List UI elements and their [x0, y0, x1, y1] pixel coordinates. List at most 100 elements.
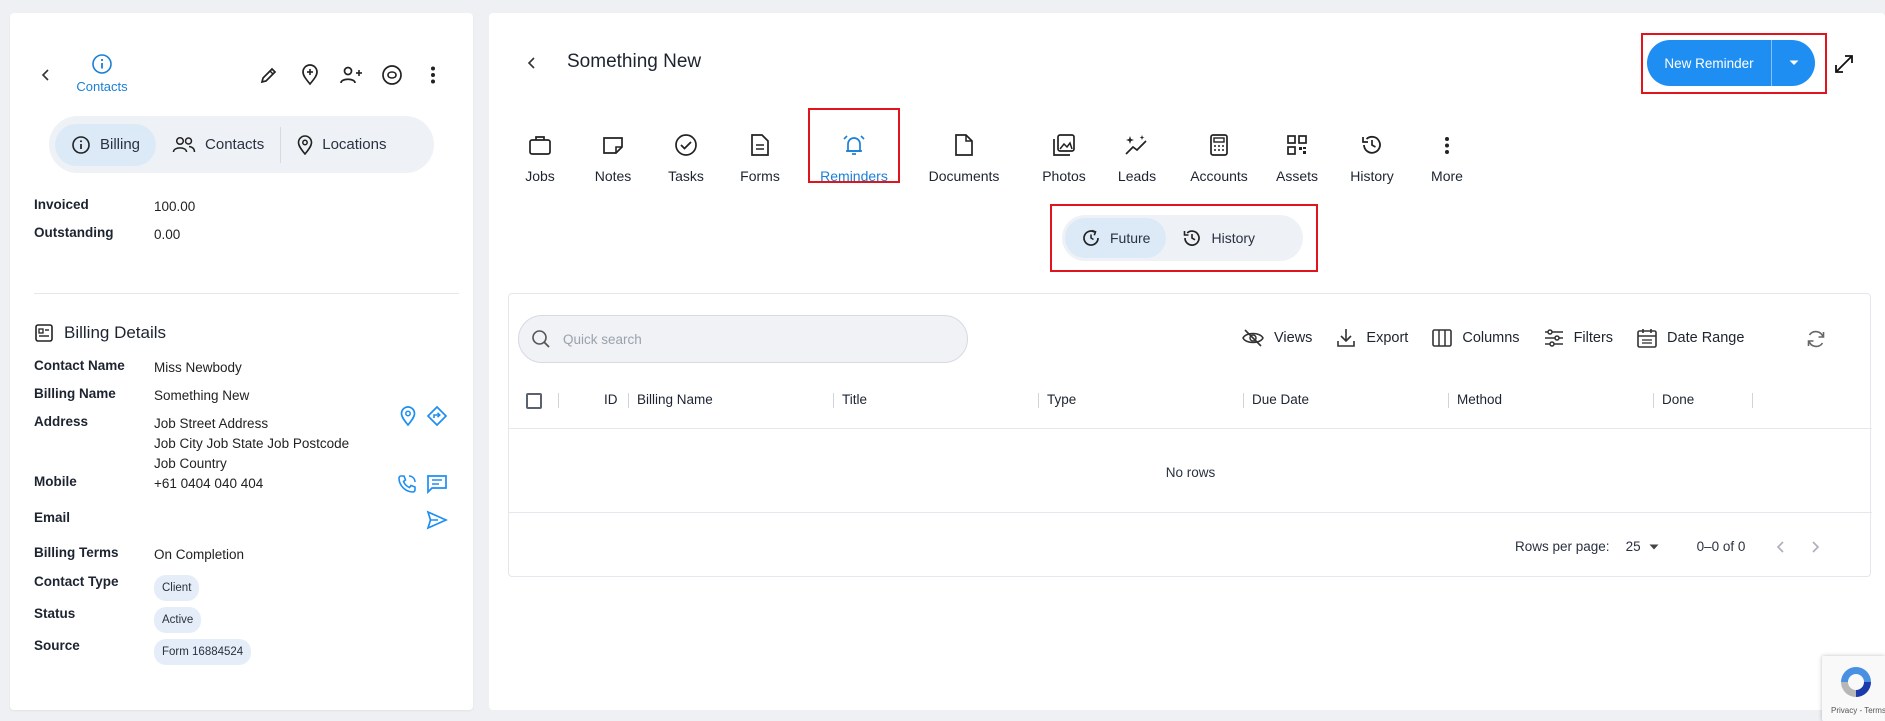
column-separator — [1653, 393, 1654, 408]
caret-down-icon — [1788, 59, 1800, 67]
contact-name-value: Miss Newbody — [154, 360, 242, 375]
calendar-icon — [1636, 327, 1658, 349]
tab-photos-label: Photos — [1042, 168, 1086, 184]
tab-forms-label: Forms — [740, 168, 780, 184]
tab-history[interactable]: History — [1344, 118, 1400, 184]
edit-pencil-icon[interactable] — [257, 63, 281, 87]
grid-footer-divider — [509, 512, 1872, 513]
billing-terms-label: Billing Terms — [34, 545, 119, 560]
tab-more[interactable]: More — [1420, 118, 1474, 184]
tab-forms[interactable]: Forms — [738, 118, 782, 184]
column-header-type[interactable]: Type — [1047, 392, 1076, 407]
info-icon[interactable] — [91, 53, 113, 75]
add-person-icon[interactable] — [339, 63, 363, 87]
tab-documents[interactable]: Documents — [912, 118, 1016, 184]
filters-label: Filters — [1573, 330, 1614, 346]
tab-accounts-label: Accounts — [1190, 168, 1248, 184]
outstanding-label: Outstanding — [34, 225, 114, 240]
tab-jobs[interactable]: Jobs — [517, 118, 563, 184]
column-header-due-date[interactable]: Due Date — [1252, 392, 1309, 407]
views-label: Views — [1274, 330, 1313, 346]
back-chevron-icon[interactable] — [36, 65, 56, 85]
pagination: Rows per page: 25 0–0 of 0 — [1515, 539, 1821, 554]
tab-tasks[interactable]: Tasks — [665, 118, 707, 184]
select-all-checkbox[interactable] — [526, 393, 542, 409]
pagination-range: 0–0 of 0 — [1696, 539, 1746, 554]
segment-locations[interactable]: Locations — [281, 124, 402, 166]
send-email-icon[interactable] — [425, 508, 449, 532]
document-icon — [951, 132, 977, 158]
mobile-value: +61 0404 040 404 — [154, 476, 264, 491]
main-panel: Something New New Reminder Jobs Notes Ta… — [489, 13, 1885, 710]
tab-jobs-label: Jobs — [525, 168, 555, 184]
column-separator — [1752, 393, 1753, 408]
phone-call-icon[interactable] — [395, 472, 419, 496]
prev-page-icon[interactable] — [1775, 540, 1787, 554]
segment-contacts-label: Contacts — [205, 136, 265, 153]
pagination-nav — [1775, 540, 1821, 554]
new-reminder-button[interactable]: New Reminder — [1647, 56, 1771, 71]
source-label: Source — [34, 638, 80, 653]
tab-accounts[interactable]: Accounts — [1184, 118, 1254, 184]
location-pin-icon — [297, 134, 313, 155]
toggle-history[interactable]: History — [1166, 218, 1271, 258]
segment-billing[interactable]: Billing — [55, 123, 157, 166]
tab-notes-label: Notes — [594, 168, 632, 184]
status-chip: Active — [154, 607, 202, 633]
sidebar-segment-control: Billing Contacts Locations — [49, 116, 434, 173]
column-header-done[interactable]: Done — [1662, 392, 1694, 407]
tab-notes[interactable]: Notes — [589, 118, 637, 184]
page-title: Something New — [567, 51, 702, 72]
export-button[interactable]: Export — [1335, 327, 1408, 349]
new-reminder-dropdown-button[interactable] — [1772, 59, 1815, 67]
date-range-button[interactable]: Date Range — [1636, 327, 1744, 349]
rows-per-page-select[interactable]: 25 — [1626, 539, 1659, 554]
note-icon — [600, 132, 626, 158]
column-header-title[interactable]: Title — [842, 392, 867, 407]
sms-message-icon[interactable] — [425, 472, 449, 496]
segment-locations-label: Locations — [322, 136, 387, 153]
views-button[interactable]: Views — [1241, 328, 1312, 348]
grid-toolbar: Views Export Columns Filters Date Range — [1241, 327, 1767, 349]
check-circle-icon — [673, 132, 699, 158]
toggle-future[interactable]: Future — [1065, 218, 1167, 258]
new-reminder-split-button: New Reminder — [1647, 40, 1815, 86]
next-page-icon[interactable] — [1809, 540, 1821, 554]
tab-assets[interactable]: Assets — [1272, 118, 1322, 184]
history-clock-icon — [1359, 132, 1385, 158]
filters-button[interactable]: Filters — [1543, 328, 1613, 348]
quick-search-input[interactable]: Quick search — [518, 315, 968, 363]
history-clock-icon — [1182, 228, 1202, 248]
segment-contacts[interactable]: Contacts — [156, 124, 280, 166]
status-label: Status — [34, 606, 76, 621]
source-chip: Form 16884524 — [154, 639, 252, 665]
briefcase-icon — [527, 132, 553, 158]
column-separator — [1038, 393, 1039, 408]
empty-state-text: No rows — [1165, 465, 1216, 480]
column-header-method[interactable]: Method — [1457, 392, 1502, 407]
back-chevron-icon[interactable] — [522, 53, 542, 73]
contacts-link[interactable]: Contacts — [64, 79, 140, 94]
column-header-id[interactable]: ID — [604, 392, 618, 407]
column-header-billing-name[interactable]: Billing Name — [637, 392, 713, 407]
billing-card-icon — [34, 323, 54, 343]
tab-photos[interactable]: Photos — [1036, 118, 1092, 184]
recaptcha-logo-icon — [1838, 664, 1874, 700]
add-location-icon[interactable] — [298, 63, 322, 87]
segment-billing-label: Billing — [100, 136, 141, 153]
recaptcha-links[interactable]: Privacy - Terms — [1831, 706, 1885, 715]
expand-icon[interactable] — [1832, 52, 1856, 76]
columns-button[interactable]: Columns — [1431, 328, 1520, 348]
refresh-icon[interactable] — [1805, 328, 1827, 350]
more-vertical-icon[interactable] — [421, 63, 445, 87]
directions-icon[interactable] — [425, 404, 449, 428]
tab-leads[interactable]: Leads — [1112, 118, 1162, 184]
merge-icon[interactable] — [380, 63, 404, 87]
grid-header-row: ID Billing Name Title Type Due Date Meth… — [509, 373, 1872, 429]
more-vertical-icon — [1434, 132, 1460, 158]
contact-type-chip: Client — [154, 575, 200, 601]
future-history-toggle: Future History — [1062, 215, 1303, 261]
map-pin-icon[interactable] — [396, 404, 420, 428]
recaptcha-badge[interactable]: Privacy - Terms — [1822, 656, 1885, 721]
billing-details-title: Billing Details — [64, 323, 167, 342]
